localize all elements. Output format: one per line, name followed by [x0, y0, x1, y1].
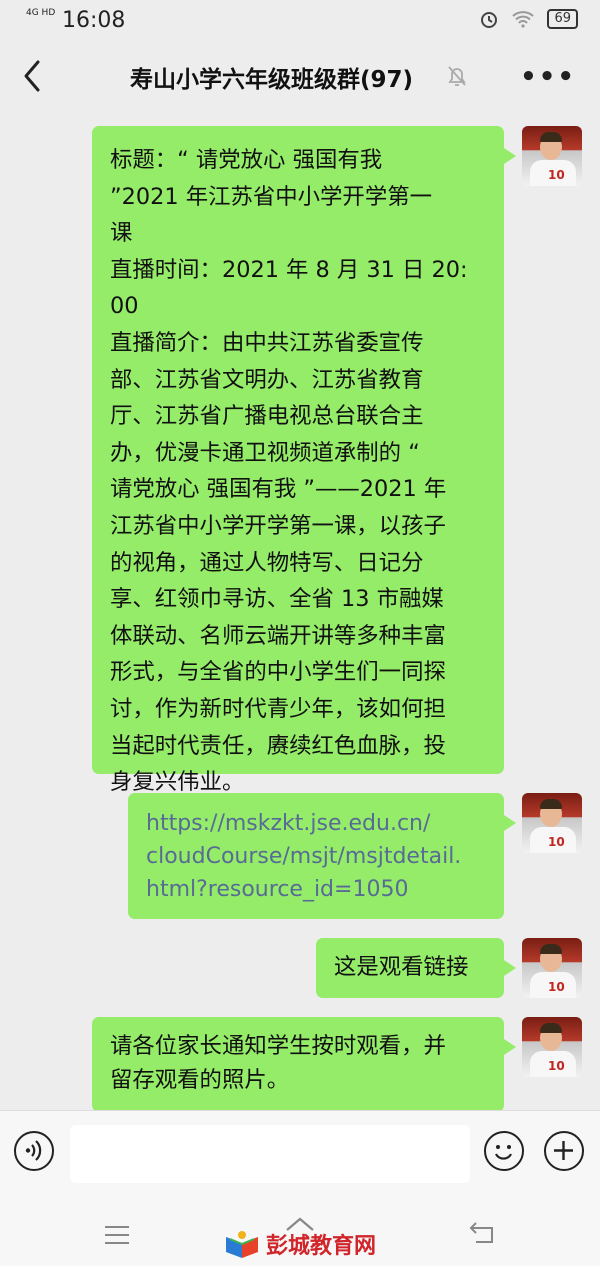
avatar-hair: [540, 1023, 562, 1033]
link-text[interactable]: html?resource_id=1050: [146, 873, 484, 906]
avatar-jersey-number: 10: [548, 168, 565, 182]
message-line: 留存观看的照片。: [110, 1067, 290, 1093]
avatar-jersey-number: 10: [548, 1059, 565, 1073]
message-line: 直播简介：由中共江苏省委宣传: [110, 329, 424, 356]
wifi-icon: [512, 11, 535, 28]
message-line: 厅、江苏省广播电视总台联合主: [110, 403, 424, 430]
message-line: 直播时间：2021 年 8 月 31 日 20:: [110, 256, 468, 283]
more-options-icon[interactable]: •••: [520, 62, 576, 92]
message-line: 部、江苏省文明办、江苏省教育: [110, 366, 424, 393]
menu-icon[interactable]: [103, 1224, 131, 1246]
avatar-jersey-number: 10: [548, 835, 565, 849]
avatar-hair: [540, 944, 562, 954]
message-line: 形式，与全省的中小学生们一同探: [110, 659, 446, 686]
watermark-text: 彭城教育网: [266, 1234, 377, 1259]
avatar-hair: [540, 799, 562, 809]
avatar[interactable]: 10: [522, 1017, 582, 1077]
back-arrow-icon[interactable]: [18, 58, 48, 94]
chat-title: 寿山小学六年级班级群(97): [130, 67, 414, 93]
message-line: 请党放心 强国有我 ”——2021 年: [110, 476, 447, 503]
emoji-button[interactable]: [484, 1131, 524, 1171]
link-text[interactable]: https://mskzkt.jse.edu.cn/: [146, 807, 484, 840]
message-line: 的视角，通过人物特写、日记分: [110, 549, 424, 576]
network-indicator: 4G HD: [26, 8, 56, 18]
message-line: 享、红领巾寻访、全省 13 市融媒: [110, 586, 444, 613]
watermark: 彭城教育网: [224, 1228, 376, 1260]
system-nav-bar: 彭城教育网: [0, 1204, 600, 1266]
chat-header: 寿山小学六年级班级群(97) •••: [0, 42, 600, 112]
message-bubble[interactable]: 请各位家长通知学生按时观看，并 留存观看的照片。: [92, 1017, 516, 1112]
avatar[interactable]: 10: [522, 793, 582, 853]
avatar[interactable]: 10: [522, 938, 582, 998]
mute-bell-icon: [448, 66, 466, 86]
status-bar: 4G HD 16:08 69: [0, 0, 600, 42]
message-input[interactable]: [70, 1125, 470, 1183]
avatar[interactable]: 10: [522, 126, 582, 186]
voice-wave-icon: [25, 1140, 42, 1161]
status-icons: 69: [479, 9, 578, 29]
message-line: 办，优漫卡通卫视频道承制的 “: [110, 439, 420, 466]
message-line: 标题：“ 请党放心 强国有我: [110, 147, 383, 173]
link-text[interactable]: cloudCourse/msjt/msjtdetail.: [146, 840, 484, 873]
message-line: ”2021 年江苏省中小学开学第一: [110, 183, 432, 210]
message-line: 讨，作为新时代青少年，该如何担: [110, 695, 446, 722]
avatar-hair: [540, 132, 562, 142]
plus-icon: [554, 1141, 573, 1160]
smiley-icon: [494, 1145, 513, 1160]
message-line: 课: [110, 220, 133, 247]
alarm-icon: [481, 12, 498, 28]
message-bubble[interactable]: 标题：“ 请党放心 强国有我 ”2021 年江苏省中小学开学第一 课 直播时间：…: [92, 126, 516, 795]
battery-indicator: 69: [547, 9, 578, 29]
avatar-jersey-number: 10: [548, 980, 565, 994]
message-line: 体联动、名师云端开讲等多种丰富: [110, 622, 446, 649]
message-line: 江苏省中小学开学第一课，以孩子: [110, 512, 446, 539]
clock: 16:08: [62, 8, 126, 33]
more-functions-button[interactable]: [544, 1131, 584, 1171]
message-line: 00: [110, 293, 139, 320]
nav-back-icon[interactable]: [468, 1220, 498, 1246]
message-line: 请各位家长通知学生按时观看，并: [110, 1033, 446, 1059]
voice-input-button[interactable]: [14, 1131, 54, 1171]
message-line: 当起时代责任，赓续红色血脉，投: [110, 732, 446, 759]
input-bar: [0, 1110, 600, 1205]
watermark-book-logo: [226, 1231, 258, 1258]
message-bubble[interactable]: 这是观看链接: [316, 938, 516, 998]
link-bubble[interactable]: https://mskzkt.jse.edu.cn/ cloudCourse/m…: [128, 793, 516, 919]
message-line: 这是观看链接: [334, 954, 469, 980]
